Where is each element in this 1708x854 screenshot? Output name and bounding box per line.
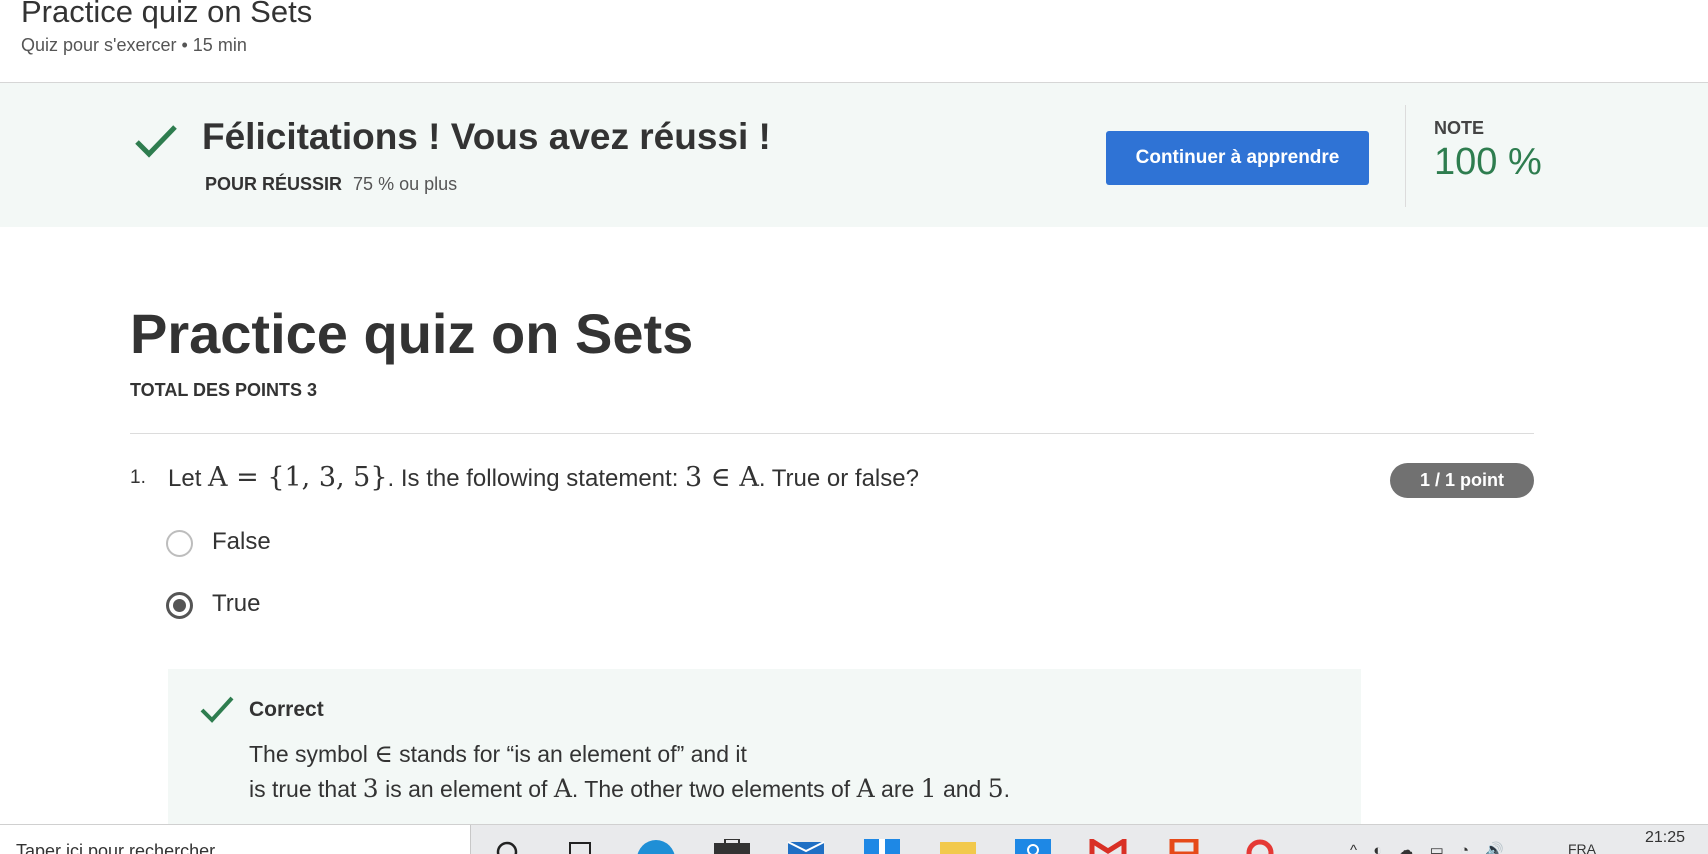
total-points: TOTAL DES POINTS 3 [130, 380, 318, 400]
feedback-math: A [856, 774, 875, 803]
course-title: Practice quiz on Sets [21, 0, 313, 29]
feedback-text-line: The symbol ∈ stands for “is an element o… [249, 739, 747, 768]
question-text-part: . Is the following statement: [387, 465, 686, 492]
taskbar-search-input[interactable]: Taper ici pour rechercher [0, 825, 471, 854]
divider [130, 433, 1534, 434]
radio-button-selected[interactable] [166, 592, 193, 619]
system-tray-icons[interactable]: ^ ◐ ☁ ▭ ◔ 🔊 [1350, 841, 1510, 854]
pass-value: 75 % ou plus [353, 174, 458, 194]
store-icon[interactable] [712, 839, 752, 854]
question-number: 1. [130, 467, 146, 488]
task-view-icon[interactable] [567, 839, 595, 854]
feedback-math: 3 [362, 774, 379, 803]
pass-label: POUR RÉUSSIR [205, 174, 343, 194]
office-icon[interactable] [1164, 839, 1204, 854]
feedback-title: Correct [249, 698, 324, 721]
question-text: Let A = {1, 3, 5}. Is the following stat… [168, 462, 919, 493]
feedback-text-part: is true that [249, 776, 363, 802]
success-heading: Félicitations ! Vous avez réussi ! [202, 116, 771, 157]
taskbar: Taper ici pour rechercher ^ ◐ ☁ ▭ ◔ 🔊 21… [0, 824, 1708, 854]
question-text-part: Let [168, 465, 209, 492]
question-math: 3 ∈ A [685, 462, 759, 493]
passing-requirement: POUR RÉUSSIR 75 % ou plus [205, 174, 457, 195]
mail-icon[interactable] [786, 839, 826, 854]
folder-icon[interactable] [938, 839, 978, 854]
points-badge: 1 / 1 point [1390, 463, 1534, 498]
question-math: A = {1, 3, 5} [208, 462, 388, 493]
quiz-title: Practice quiz on Sets [130, 302, 694, 365]
feedback-panel: Correct The symbol ∈ stands for “is an e… [168, 669, 1361, 825]
grade-label: NOTE [1434, 118, 1485, 138]
feedback-text-part: is an element of [378, 776, 554, 802]
feedback-text-part: . The other two elements of [571, 776, 857, 802]
edge-icon[interactable] [636, 839, 676, 854]
question-text-part: . True or false? [758, 465, 919, 492]
language-indicator[interactable]: FRA [1568, 841, 1596, 854]
feedback-text-part: . [1003, 776, 1011, 802]
feedback-text-part: The symbol [249, 741, 375, 767]
check-icon [135, 125, 177, 158]
continue-learning-button[interactable]: Continuer à apprendre [1106, 131, 1369, 185]
option-label: True [212, 590, 261, 617]
course-subtitle: Quiz pour s'exercer • 15 min [21, 35, 247, 55]
feedback-text-part: and [936, 776, 988, 802]
feedback-math: 5 [987, 774, 1004, 803]
option-label: False [212, 528, 271, 555]
course-header: Practice quiz on Sets Quiz pour s'exerce… [0, 0, 1708, 83]
radio-button[interactable] [166, 530, 193, 557]
search-placeholder: Taper ici pour rechercher [16, 841, 216, 854]
app-icon[interactable] [862, 839, 902, 854]
feedback-math: ∈ [374, 739, 393, 768]
result-banner: Félicitations ! Vous avez réussi ! POUR … [0, 83, 1708, 227]
feedback-math: 1 [920, 774, 937, 803]
app-red-icon[interactable] [1240, 839, 1280, 854]
check-icon [200, 696, 234, 723]
gmail-icon[interactable] [1088, 839, 1128, 854]
feedback-text-part: are [874, 776, 921, 802]
feedback-text-part: stands for “is an element of” and it [392, 741, 747, 767]
search-icon[interactable] [494, 839, 522, 854]
store-blue-icon[interactable] [1013, 839, 1053, 854]
clock[interactable]: 21:25 [1645, 829, 1685, 847]
divider [1405, 105, 1406, 207]
time: 21:25 [1645, 829, 1686, 846]
feedback-text-line: is true that 3 is an element of A. The o… [249, 774, 1010, 803]
grade-value: 100 % [1434, 141, 1542, 183]
feedback-math: A [553, 774, 572, 803]
